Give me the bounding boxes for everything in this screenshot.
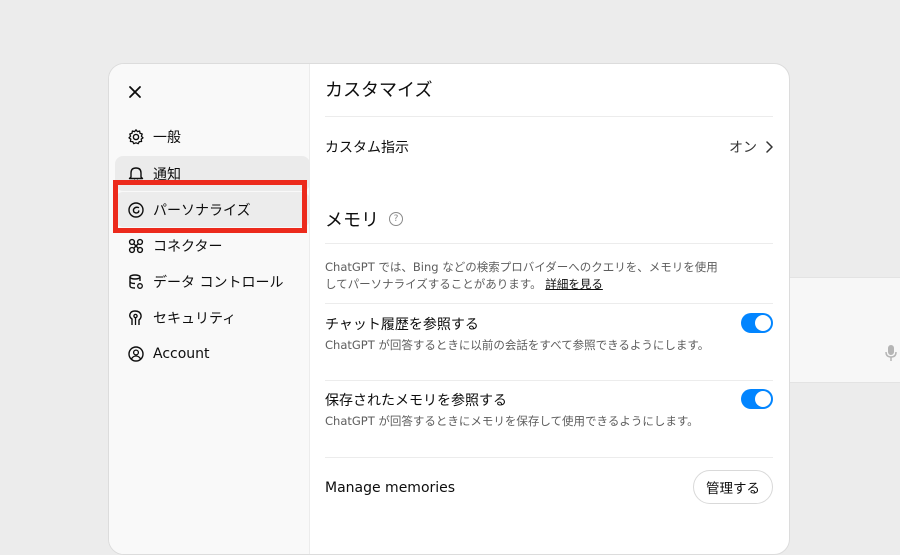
saved-memory-label: 保存されたメモリを参照する bbox=[325, 393, 507, 409]
chat-history-toggle[interactable] bbox=[741, 313, 773, 333]
manage-memories-label: Manage memories bbox=[325, 480, 456, 496]
memory-title-text: メモリ bbox=[325, 210, 379, 231]
memory-description: ChatGPT では、Bing などの検索プロバイダーへのクエリを、メモリを使用… bbox=[325, 259, 725, 293]
microphone-icon bbox=[885, 345, 897, 361]
divider bbox=[325, 116, 773, 117]
security-icon bbox=[127, 309, 145, 327]
personalize-icon bbox=[127, 201, 145, 219]
sidebar-item-security[interactable]: セキュリティ bbox=[115, 300, 310, 335]
chat-history-label: チャット履歴を参照する bbox=[325, 317, 479, 333]
sidebar-item-general[interactable]: 一般 bbox=[115, 119, 310, 154]
sidebar-item-label: セキュリティ bbox=[153, 310, 237, 327]
settings-sidebar: 一般 通知 パーソナライズ コネクター データ コントロール セキュリティ Ac… bbox=[109, 64, 310, 554]
saved-memory-description: ChatGPT が回答するときにメモリを保存して使用できるようにします。 bbox=[325, 414, 699, 428]
sidebar-item-label: 一般 bbox=[153, 129, 181, 146]
page-title: カスタマイズ bbox=[325, 80, 433, 101]
connector-icon bbox=[127, 237, 145, 255]
account-icon bbox=[127, 345, 145, 363]
manage-memories-button[interactable]: 管理する bbox=[693, 470, 773, 504]
custom-instructions-label: カスタム指示 bbox=[325, 140, 409, 156]
sidebar-item-label: データ コントロール bbox=[153, 274, 284, 291]
sidebar-item-data-controls[interactable]: データ コントロール bbox=[115, 264, 310, 299]
divider bbox=[325, 380, 773, 381]
divider bbox=[325, 303, 773, 304]
divider bbox=[325, 243, 773, 244]
sidebar-item-personalization[interactable]: パーソナライズ bbox=[115, 192, 310, 227]
chevron-right-icon bbox=[766, 141, 773, 153]
saved-memory-toggle[interactable] bbox=[741, 389, 773, 409]
chat-history-description: ChatGPT が回答するときに以前の会話をすべて参照できるようにします。 bbox=[325, 338, 710, 352]
sidebar-item-label: 通知 bbox=[153, 166, 181, 183]
sidebar-item-label: Account bbox=[153, 345, 210, 362]
sidebar-item-notifications[interactable]: 通知 bbox=[115, 156, 310, 191]
memory-section-title: メモリ ? bbox=[325, 206, 403, 232]
settings-modal: 一般 通知 パーソナライズ コネクター データ コントロール セキュリティ Ac… bbox=[108, 63, 790, 555]
bell-icon bbox=[127, 165, 145, 183]
help-icon[interactable]: ? bbox=[389, 212, 403, 226]
sidebar-item-label: コネクター bbox=[153, 238, 223, 255]
custom-instructions-button[interactable]: オン bbox=[729, 137, 773, 157]
sidebar-item-account[interactable]: Account bbox=[115, 336, 310, 371]
memory-description-text: ChatGPT では、Bing などの検索プロバイダーへのクエリを、メモリを使用… bbox=[325, 260, 718, 291]
divider bbox=[325, 457, 773, 458]
toggle-knob bbox=[755, 315, 771, 331]
settings-main: カスタマイズ カスタム指示 オン メモリ ? ChatGPT では、Bing な… bbox=[325, 64, 773, 554]
sidebar-item-connectors[interactable]: コネクター bbox=[115, 228, 310, 263]
database-icon bbox=[127, 273, 145, 291]
toggle-knob bbox=[755, 391, 771, 407]
sidebar-item-label: パーソナライズ bbox=[153, 202, 251, 219]
gear-icon bbox=[127, 128, 145, 146]
custom-instructions-value: オン bbox=[729, 140, 757, 156]
close-icon[interactable] bbox=[125, 82, 145, 102]
learn-more-link[interactable]: 詳細を見る bbox=[545, 277, 603, 291]
